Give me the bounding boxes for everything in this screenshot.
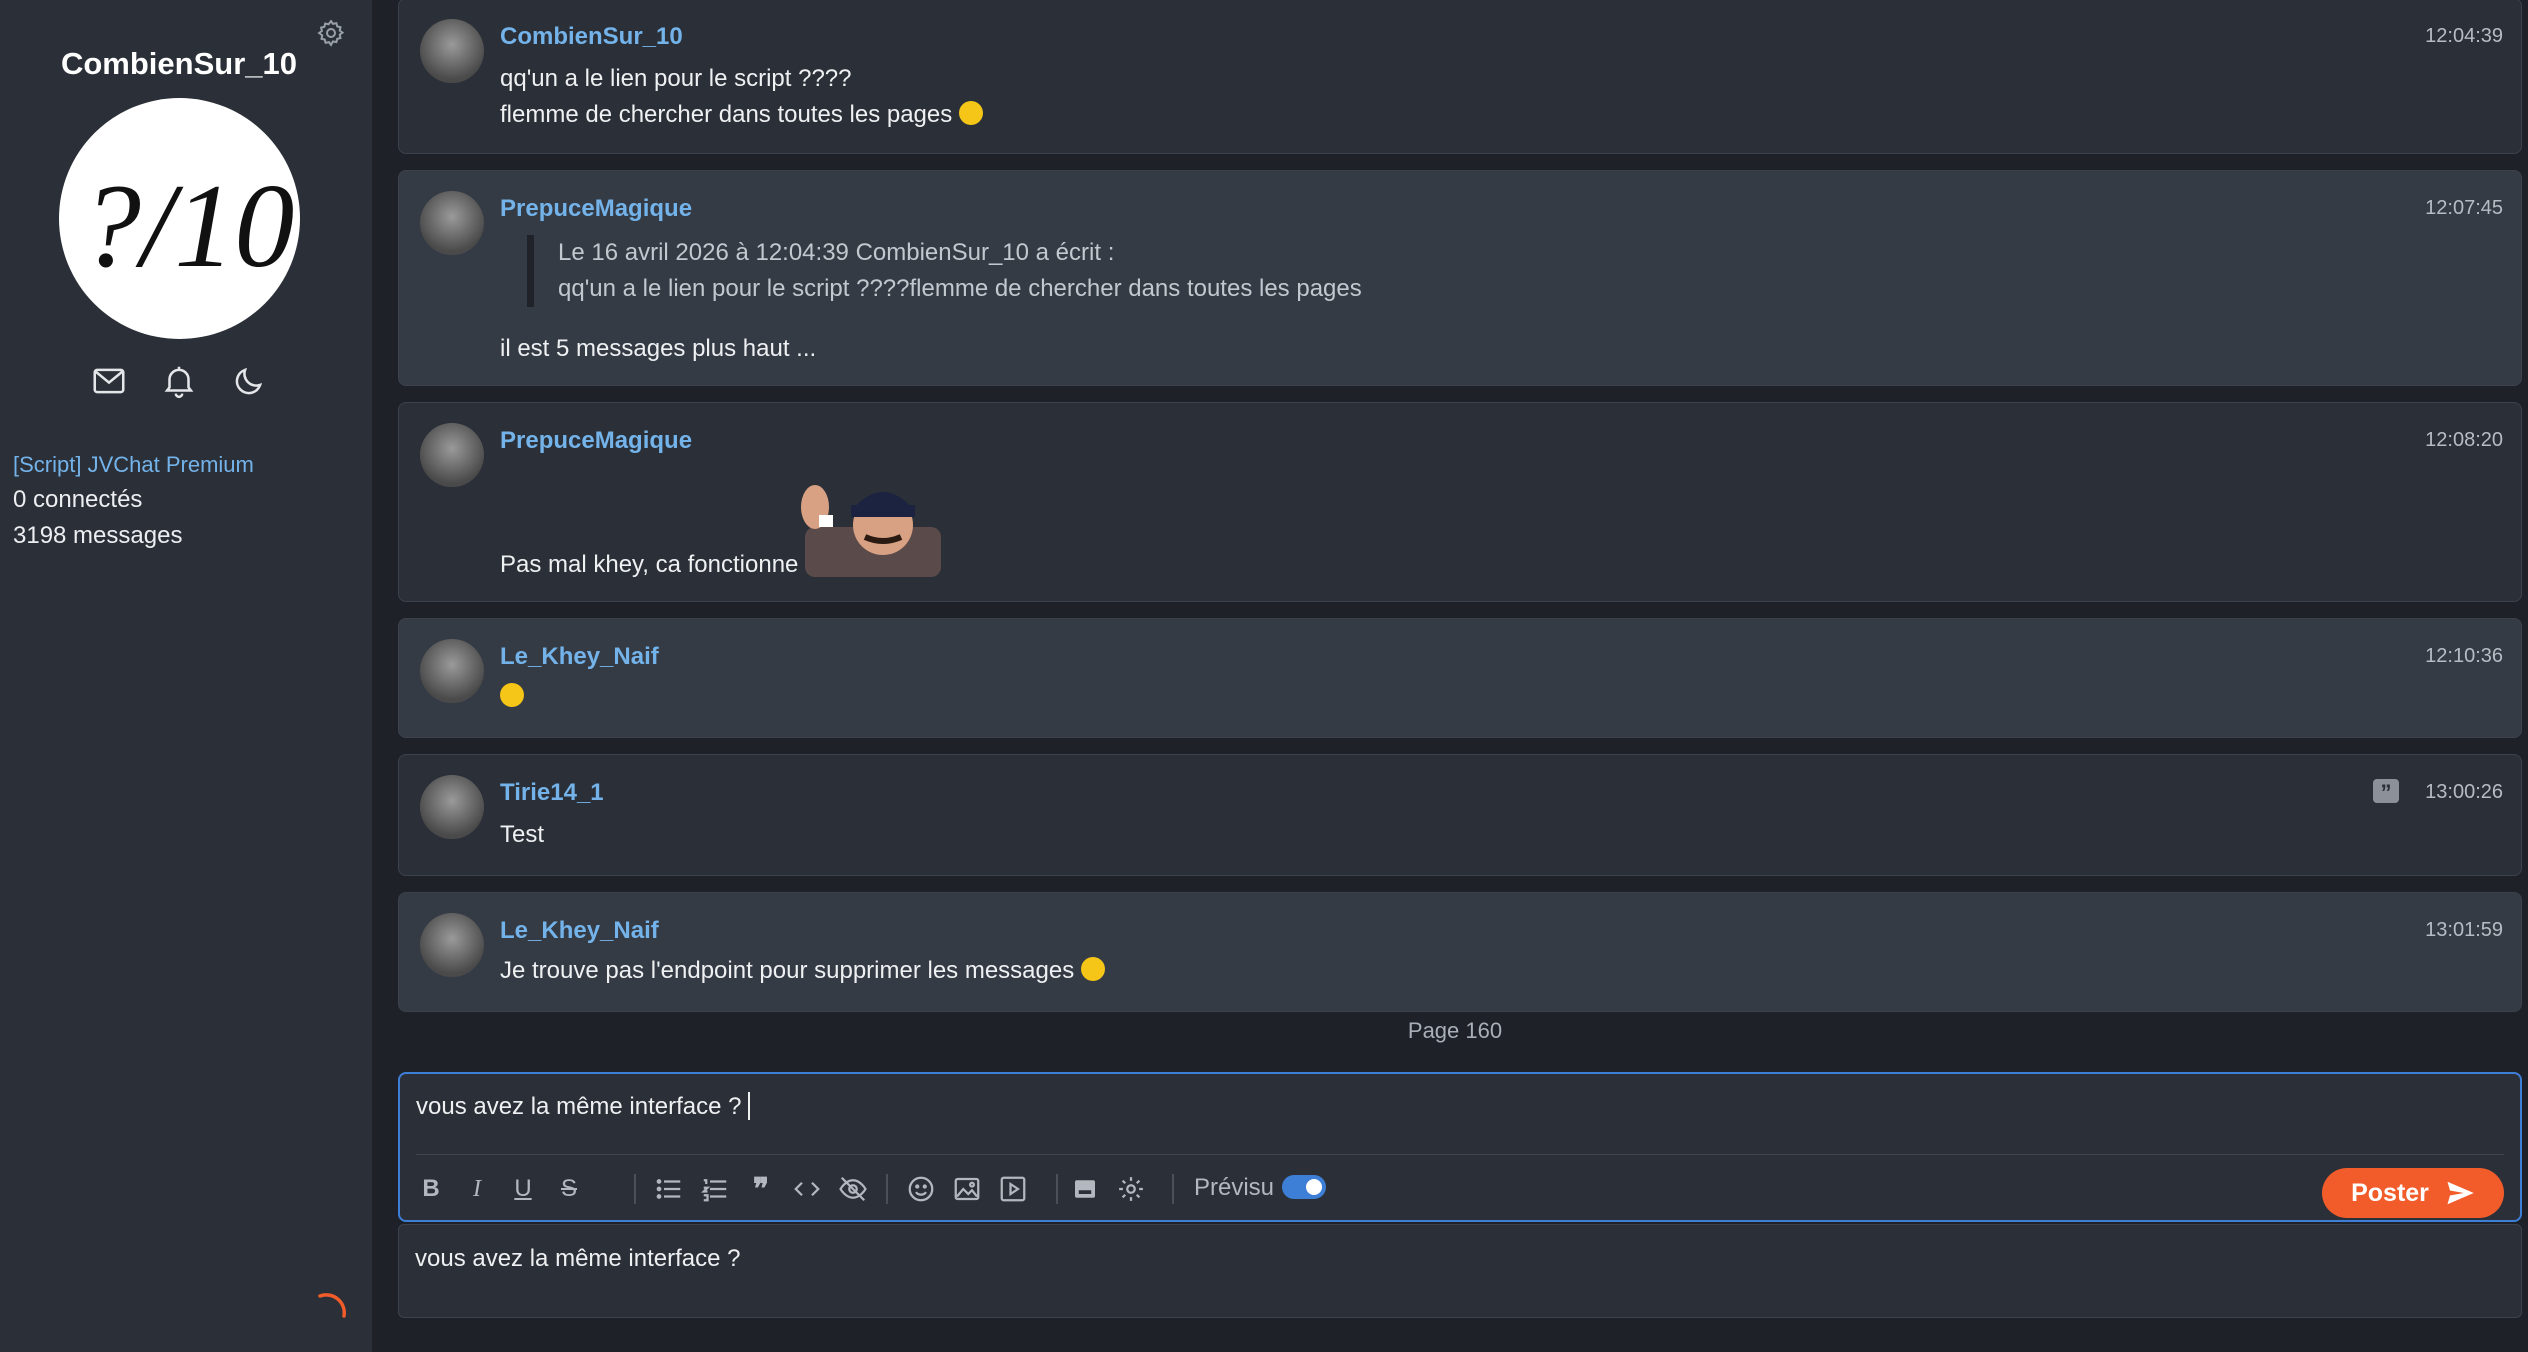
- sidebar: CombienSur_10 ?/10 [Script] JVChat Premi…: [0, 0, 372, 1352]
- message-item: PrepuceMagique 12:07:45 Le 16 avril 2026…: [398, 170, 2522, 386]
- message-time: 13:01:59: [2425, 919, 2503, 941]
- message-body: [500, 679, 524, 715]
- message-line: qq'un a le lien pour le script ????: [500, 65, 852, 92]
- image-icon[interactable]: [950, 1172, 984, 1206]
- bold-icon[interactable]: B: [414, 1172, 448, 1206]
- message-preview: vous avez la même interface ?: [398, 1224, 2522, 1318]
- user-avatar[interactable]: [420, 423, 484, 487]
- settings-gear-icon[interactable]: [316, 18, 346, 48]
- message-author[interactable]: PrepuceMagique: [500, 427, 692, 455]
- topic-link[interactable]: [Script] JVChat Premium: [13, 452, 254, 478]
- preview-toggle[interactable]: [1282, 1175, 1326, 1199]
- message-item: CombienSur_10 12:04:39 qq'un a le lien p…: [398, 0, 2522, 154]
- message-time: 12:08:20: [2425, 429, 2503, 451]
- post-button[interactable]: Poster: [2322, 1168, 2504, 1218]
- avatar-handwritten-text: ?/10: [81, 159, 294, 292]
- video-icon[interactable]: [996, 1172, 1030, 1206]
- spoiler-eye-off-icon[interactable]: [836, 1172, 870, 1206]
- message-line: Je trouve pas l'endpoint pour supprimer …: [500, 957, 1075, 984]
- underline-icon[interactable]: U: [506, 1172, 540, 1206]
- message-body: Test: [500, 821, 545, 848]
- user-avatar[interactable]: [420, 19, 484, 83]
- message-editor[interactable]: vous avez la même interface ? B I U S ❞: [398, 1072, 2522, 1222]
- bell-icon[interactable]: [160, 362, 198, 400]
- send-icon: [2447, 1181, 2474, 1205]
- preview-toggle-label: Prévisu: [1194, 1174, 1275, 1201]
- toolbar-separator: [634, 1174, 636, 1204]
- quote-text: qq'un a le lien pour le script ????flemm…: [558, 275, 1362, 302]
- text-caret: [747, 1092, 750, 1120]
- user-avatar[interactable]: [420, 913, 484, 977]
- message-item: PrepuceMagique 12:08:20 Pas mal khey, ca…: [398, 402, 2522, 602]
- settings-icon[interactable]: [1114, 1172, 1148, 1206]
- message-author[interactable]: Tirie14_1: [500, 779, 604, 807]
- toolbar-divider: [416, 1154, 2504, 1155]
- message-item: Le_Khey_Naif 12:10:36: [398, 618, 2522, 738]
- thinking-emoji-icon: [1080, 957, 1105, 981]
- post-button-label: Poster: [2351, 1178, 2429, 1207]
- toolbar-separator: [1056, 1174, 1058, 1204]
- quoted-message: Le 16 avril 2026 à 12:04:39 CombienSur_1…: [527, 235, 1362, 307]
- numbered-list-icon[interactable]: [698, 1172, 732, 1206]
- page-number: Page 160: [1407, 1018, 1503, 1043]
- toolbar-separator: [886, 1174, 888, 1204]
- sticker-image[interactable]: [795, 467, 941, 577]
- italic-icon[interactable]: I: [460, 1172, 494, 1206]
- user-avatar[interactable]: [420, 639, 484, 703]
- message-item: Le_Khey_Naif 13:01:59 Je trouve pas l'en…: [398, 892, 2522, 1012]
- message-item: Tirie14_1 ” 13:00:26 Test: [398, 754, 2522, 876]
- toolbar-separator: [1172, 1174, 1174, 1204]
- quote-header: Le 16 avril 2026 à 12:04:39 CombienSur_1…: [558, 239, 1115, 266]
- user-avatar[interactable]: [420, 191, 484, 255]
- message-time: 12:04:39: [2425, 25, 2503, 47]
- preview-text: vous avez la même interface ?: [415, 1245, 741, 1272]
- message-line: flemme de chercher dans toutes les pages: [500, 101, 953, 128]
- user-avatar[interactable]: [420, 775, 484, 839]
- message-body: il est 5 messages plus haut ...: [500, 335, 817, 362]
- message-input[interactable]: vous avez la même interface ?: [416, 1092, 750, 1121]
- message-author[interactable]: Le_Khey_Naif: [500, 643, 659, 671]
- profile-username: CombienSur_10: [60, 46, 297, 81]
- connected-count: 0 connectés: [13, 486, 143, 513]
- message-time: 13:00:26: [2425, 781, 2503, 803]
- sad-emoji-icon: [500, 683, 524, 707]
- message-time: 12:10:36: [2425, 645, 2503, 667]
- quote-icon[interactable]: ❞: [744, 1172, 778, 1206]
- emoji-icon[interactable]: [904, 1172, 938, 1206]
- loading-spinner-icon: [312, 1292, 348, 1328]
- profile-avatar[interactable]: ?/10: [59, 98, 300, 339]
- message-body: qq'un a le lien pour le script ???? flem…: [500, 61, 983, 133]
- message-time: 12:07:45: [2425, 197, 2503, 219]
- chat-main: CombienSur_10 12:04:39 qq'un a le lien p…: [372, 0, 2528, 1352]
- quote-button-icon[interactable]: ”: [2373, 779, 2399, 805]
- moon-icon[interactable]: [230, 362, 268, 400]
- messages-count: 3198 messages: [13, 522, 183, 549]
- mail-icon[interactable]: [90, 362, 128, 400]
- message-author[interactable]: PrepuceMagique: [500, 195, 692, 223]
- message-body: Je trouve pas l'endpoint pour supprimer …: [500, 953, 1105, 989]
- sticker-icon[interactable]: [1068, 1172, 1102, 1206]
- code-icon[interactable]: [790, 1172, 824, 1206]
- message-author[interactable]: CombienSur_10: [500, 23, 683, 51]
- bullet-list-icon[interactable]: [652, 1172, 686, 1206]
- strikethrough-icon[interactable]: S: [552, 1172, 586, 1206]
- smiley-emoji-icon: [958, 101, 983, 125]
- message-author[interactable]: Le_Khey_Naif: [500, 917, 659, 945]
